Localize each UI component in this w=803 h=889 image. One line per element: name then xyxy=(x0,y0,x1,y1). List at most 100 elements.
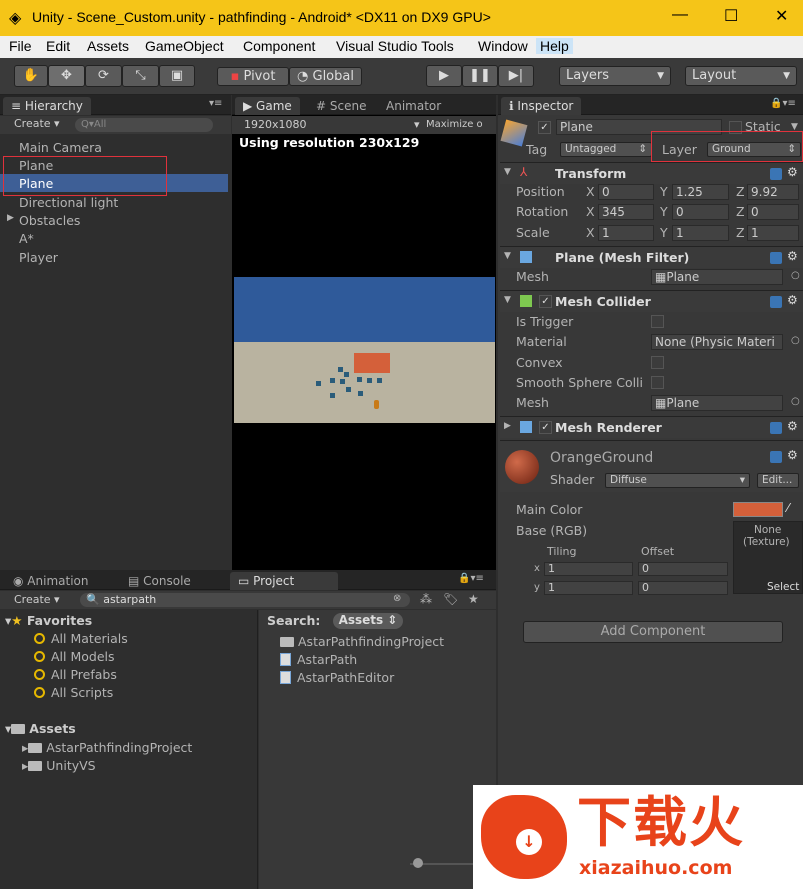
edit-shader-button[interactable]: Edit... xyxy=(757,473,799,488)
rotation-y-field[interactable]: 0 xyxy=(672,204,729,220)
hierarchy-item[interactable]: A* xyxy=(19,231,34,246)
favorite-item[interactable]: All Scripts xyxy=(34,685,113,700)
mesh-collider-header[interactable]: ▼ ✓ Mesh Collider ⚙ xyxy=(500,290,803,312)
eyedropper-icon[interactable]: ⁄ xyxy=(787,501,789,515)
gear-icon[interactable]: ⚙ xyxy=(787,293,798,307)
menu-window[interactable]: Window xyxy=(478,38,528,54)
mesh-collider-enabled-checkbox[interactable]: ✓ xyxy=(539,295,552,308)
search-scope-assets-button[interactable]: Assets ⇕ xyxy=(333,613,403,629)
create-dropdown[interactable]: Create ▾ xyxy=(14,117,60,130)
shader-dropdown[interactable]: Diffuse ▾ xyxy=(605,473,750,488)
result-item[interactable]: AstarPathEditor xyxy=(280,670,394,685)
resolution-dropdown[interactable]: 1920x1080 ▾ xyxy=(244,118,420,131)
mesh-field[interactable]: ▦Plane xyxy=(651,269,783,285)
help-book-icon[interactable] xyxy=(770,296,782,308)
maximize-toggle[interactable]: Maximize o xyxy=(426,119,483,130)
active-checkbox[interactable]: ✓ xyxy=(538,121,551,134)
tab-game[interactable]: ▶ Game xyxy=(235,97,300,115)
step-button[interactable]: ▶| xyxy=(498,65,534,87)
menu-gameobject[interactable]: GameObject xyxy=(145,38,224,54)
tab-scene[interactable]: # Scene xyxy=(308,97,374,115)
project-search-input[interactable]: 🔍 astarpath xyxy=(80,593,410,607)
global-button[interactable]: ◔ Global xyxy=(289,67,362,86)
hand-tool-button[interactable]: ✋ xyxy=(14,65,48,87)
hierarchy-search-input[interactable]: Q▾All xyxy=(75,118,213,132)
hierarchy-item[interactable]: Main Camera xyxy=(19,140,102,155)
physic-material-field[interactable]: None (Physic Materi xyxy=(651,334,783,350)
menu-component[interactable]: Component xyxy=(243,38,315,54)
hierarchy-item[interactable]: Player xyxy=(19,250,58,265)
maximize-button[interactable]: ☐ xyxy=(724,6,738,26)
convex-checkbox[interactable] xyxy=(651,356,664,369)
lock-icon[interactable]: 🔒▾≡ xyxy=(770,98,796,109)
favorite-star-icon[interactable]: ★ xyxy=(468,592,479,606)
result-item[interactable]: AstarPath xyxy=(280,652,357,667)
texture-select-button[interactable]: Select xyxy=(767,581,799,593)
add-component-button[interactable]: Add Component xyxy=(523,621,783,643)
tab-project[interactable]: ▭ Project xyxy=(230,572,338,590)
mesh-filter-header[interactable]: ▼ Plane (Mesh Filter) ⚙ xyxy=(500,246,803,268)
collider-mesh-field[interactable]: ▦Plane xyxy=(651,395,783,411)
minimize-button[interactable]: — xyxy=(672,6,688,24)
layout-dropdown[interactable]: Layout ▼ xyxy=(685,66,797,86)
help-book-icon[interactable] xyxy=(770,422,782,434)
scale-x-field[interactable]: 1 xyxy=(598,225,654,241)
help-book-icon[interactable] xyxy=(770,168,782,180)
clear-search-icon[interactable]: ⊗ xyxy=(393,593,401,604)
rotation-z-field[interactable]: 0 xyxy=(747,204,799,220)
scale-tool-button[interactable]: ⤡ xyxy=(122,65,159,87)
menu-visual-studio-tools[interactable]: Visual Studio Tools xyxy=(336,38,454,54)
menu-edit[interactable]: Edit xyxy=(46,38,70,54)
gear-icon[interactable]: ⚙ xyxy=(787,249,798,263)
rotation-x-field[interactable]: 345 xyxy=(598,204,654,220)
panel-menu-icon[interactable]: ▾≡ xyxy=(209,98,222,109)
offset-y-field[interactable]: 0 xyxy=(638,581,728,595)
hierarchy-item[interactable]: Obstacles xyxy=(19,213,80,228)
mesh-renderer-enabled-checkbox[interactable]: ✓ xyxy=(539,421,552,434)
is-trigger-checkbox[interactable] xyxy=(651,315,664,328)
help-book-icon[interactable] xyxy=(770,252,782,264)
tab-animation[interactable]: ◉ Animation xyxy=(5,572,96,590)
gear-icon[interactable]: ⚙ xyxy=(787,448,798,462)
offset-x-field[interactable]: 0 xyxy=(638,562,728,576)
gear-icon[interactable]: ⚙ xyxy=(787,165,798,179)
object-picker-icon[interactable]: ○ xyxy=(791,335,800,346)
lock-icon[interactable]: 🔒▾≡ xyxy=(458,573,484,584)
expand-arrow-icon[interactable]: ▶ xyxy=(7,213,14,223)
rotate-tool-button[interactable]: ⟳ xyxy=(85,65,122,87)
favorite-item[interactable]: All Prefabs xyxy=(34,667,117,682)
project-create-dropdown[interactable]: Create ▾ xyxy=(14,593,60,606)
assets-header[interactable]: ▾ Assets xyxy=(5,721,76,736)
help-book-icon[interactable] xyxy=(770,451,782,463)
gear-icon[interactable]: ⚙ xyxy=(787,419,798,433)
pivot-button[interactable]: ▪ Pivot xyxy=(217,67,289,86)
object-picker-icon[interactable]: ○ xyxy=(791,396,800,407)
filter-type-icon[interactable]: ⁂ xyxy=(420,592,432,606)
scale-y-field[interactable]: 1 xyxy=(672,225,729,241)
rect-tool-button[interactable]: ▣ xyxy=(159,65,195,87)
tiling-y-field[interactable]: 1 xyxy=(544,581,633,595)
smooth-sphere-checkbox[interactable] xyxy=(651,376,664,389)
main-color-swatch[interactable] xyxy=(733,502,783,517)
position-x-field[interactable]: 0 xyxy=(598,184,654,200)
tiling-x-field[interactable]: 1 xyxy=(544,562,633,576)
move-tool-button[interactable]: ✥ xyxy=(48,65,85,87)
tab-hierarchy[interactable]: ≡ Hierarchy xyxy=(3,97,91,115)
foldout-arrow-icon[interactable]: ▼ xyxy=(504,167,511,177)
tab-inspector[interactable]: ℹ Inspector xyxy=(501,97,582,115)
position-z-field[interactable]: 9.92 xyxy=(747,184,799,200)
mesh-renderer-header[interactable]: ▶ ✓ Mesh Renderer ⚙ xyxy=(500,416,803,438)
layers-dropdown[interactable]: Layers ▼ xyxy=(559,66,671,86)
favorites-header[interactable]: ▾★ Favorites xyxy=(5,613,92,628)
tab-animator[interactable]: Animator xyxy=(378,97,449,115)
play-button[interactable]: ▶ xyxy=(426,65,462,87)
scale-z-field[interactable]: 1 xyxy=(747,225,799,241)
asset-folder[interactable]: ▸ UnityVS xyxy=(22,758,96,773)
foldout-arrow-icon[interactable]: ▶ xyxy=(504,421,511,431)
favorite-item[interactable]: All Models xyxy=(34,649,115,664)
transform-header[interactable]: ▼ ⅄ Transform ⚙ xyxy=(500,162,803,184)
favorite-item[interactable]: All Materials xyxy=(34,631,128,646)
hierarchy-item[interactable]: Directional light xyxy=(19,195,118,210)
foldout-arrow-icon[interactable]: ▼ xyxy=(504,251,511,261)
object-picker-icon[interactable]: ○ xyxy=(791,270,800,281)
